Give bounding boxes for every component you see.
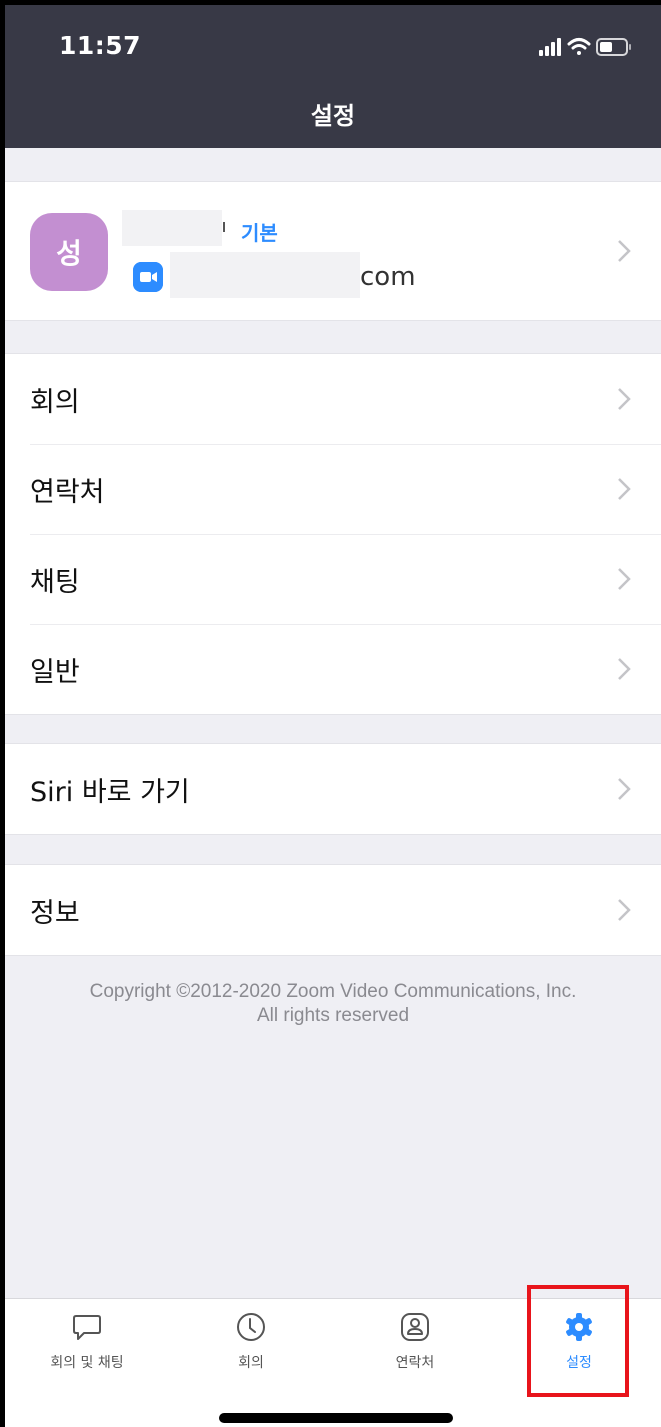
profile-row[interactable]: 성 기본 com (5, 181, 661, 321)
clock-icon (237, 1313, 265, 1341)
chevron-right-icon (618, 658, 631, 680)
menu-item-siri-shortcuts[interactable]: Siri 바로 가기 (5, 744, 661, 834)
menu-label: 회의 (30, 386, 80, 418)
copyright-line: Copyright ©2012-2020 Zoom Video Communic… (89, 981, 577, 1002)
status-icons (539, 38, 631, 56)
chevron-right-icon (618, 478, 631, 500)
home-indicator[interactable] (219, 1413, 453, 1423)
tab-meet-chat[interactable]: 회의 및 채팅 (5, 1299, 169, 1399)
chat-bubble-icon (73, 1315, 101, 1340)
chevron-right-icon (618, 568, 631, 590)
chevron-right-icon (618, 778, 631, 800)
menu-label: 연락처 (30, 476, 105, 508)
redacted-name (122, 210, 222, 246)
page-title: 설정 (310, 102, 356, 130)
navigation-header: 11:57 설정 (5, 5, 661, 148)
menu-label: 일반 (30, 656, 80, 688)
tab-label: 연락처 (395, 1355, 435, 1371)
chevron-right-icon (618, 240, 631, 262)
email-address: com (360, 262, 416, 292)
menu-item-about[interactable]: 정보 (5, 865, 661, 955)
chevron-right-icon (618, 388, 631, 410)
chevron-right-icon (618, 899, 631, 921)
menu-label: Siri 바로 가기 (30, 776, 190, 808)
redacted-email (170, 252, 360, 298)
about-group: 정보 (5, 864, 661, 956)
tab-label: 회의 (238, 1355, 264, 1371)
contact-icon (401, 1313, 429, 1341)
tab-meetings[interactable]: 회의 (169, 1299, 333, 1399)
menu-item-chat[interactable]: 채팅 (5, 534, 661, 624)
menu-label: 정보 (30, 897, 80, 929)
tab-contacts[interactable]: 연락처 (333, 1299, 497, 1399)
status-time: 11:57 (59, 31, 142, 60)
copyright-text: Copyright ©2012-2020 Zoom Video Communic… (5, 980, 661, 1028)
menu-item-meetings[interactable]: 회의 (5, 354, 661, 444)
wifi-icon (567, 38, 591, 55)
zoom-video-icon (133, 262, 163, 292)
battery-icon (596, 38, 631, 56)
tab-label: 회의 및 채팅 (50, 1355, 124, 1371)
highlight-box (527, 1285, 629, 1397)
rights-line: All rights reserved (256, 1005, 410, 1026)
menu-item-general[interactable]: 일반 (5, 624, 661, 714)
signal-icon (539, 38, 561, 56)
settings-group: 회의 연락처 채팅 일반 (5, 353, 661, 715)
menu-label: 채팅 (30, 566, 80, 598)
settings-screen: 11:57 설정 성 기본 com 회의 연락처 채팅 일반 Siri 바로 가… (5, 5, 661, 1427)
plan-label: 기본 (241, 221, 278, 245)
avatar: 성 (30, 213, 108, 291)
siri-group: Siri 바로 가기 (5, 743, 661, 835)
redaction-mark (223, 222, 225, 232)
menu-item-contacts[interactable]: 연락처 (5, 444, 661, 534)
